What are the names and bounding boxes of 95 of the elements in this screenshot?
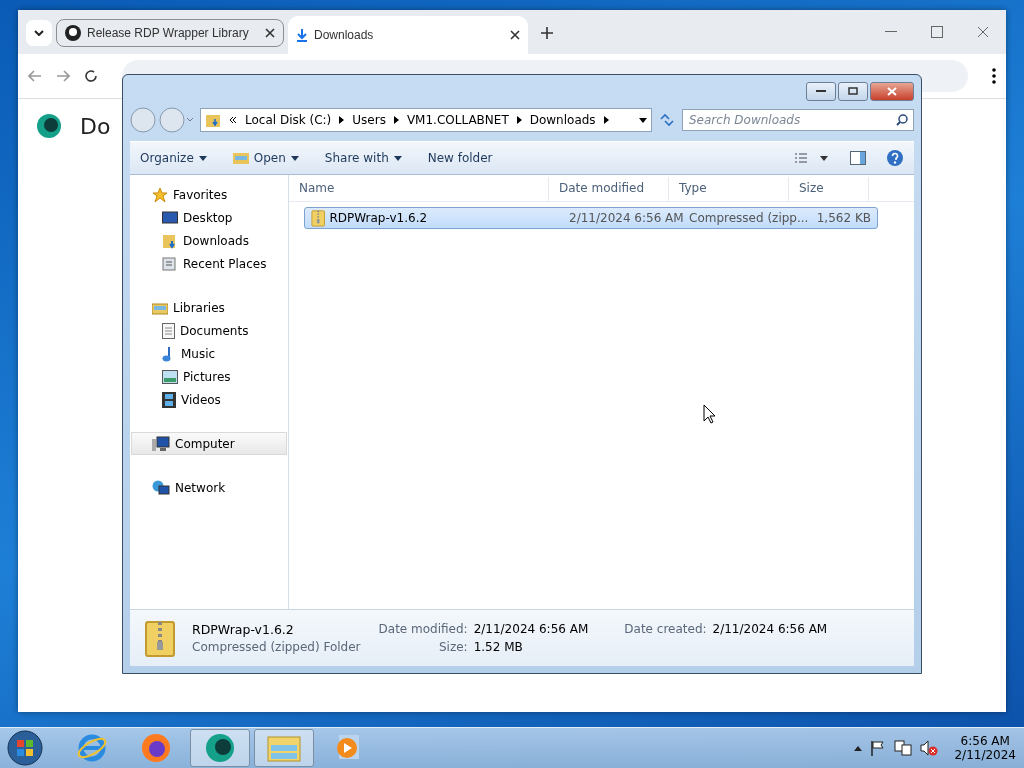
nav-item[interactable]: Videos xyxy=(131,388,287,411)
breadcrumb-item[interactable]: Downloads xyxy=(529,113,596,127)
search-field[interactable]: Search Downloads xyxy=(682,109,914,131)
document-icon xyxy=(162,322,175,339)
picture-icon xyxy=(162,369,178,384)
download-icon xyxy=(296,28,308,42)
nav-item[interactable]: Documents xyxy=(131,319,287,342)
folder-icon xyxy=(232,151,249,165)
detail-value: 1.52 MB xyxy=(473,640,524,654)
caret-down-icon xyxy=(198,155,207,161)
nav-item[interactable]: Downloads xyxy=(131,229,287,252)
detail-value: 2/11/2024 6:56 AM xyxy=(712,622,828,636)
start-orb-icon[interactable] xyxy=(6,729,44,767)
nav-item[interactable]: Favorites xyxy=(131,183,287,206)
browser-tab[interactable]: Release RDP Wrapper Library xyxy=(56,19,284,47)
nav-item[interactable]: Pictures xyxy=(131,365,287,388)
column-header[interactable]: Date modified xyxy=(549,177,669,201)
back-arrow-icon[interactable] xyxy=(28,70,42,82)
caret-up-icon[interactable] xyxy=(854,745,863,751)
toolbar-button[interactable]: Open xyxy=(232,151,299,165)
caret-down-icon xyxy=(393,155,402,161)
caret-down-icon xyxy=(290,155,299,161)
close-icon xyxy=(887,86,897,96)
tab-search-button[interactable] xyxy=(26,20,52,46)
flag-icon[interactable] xyxy=(870,740,887,756)
plus-icon[interactable] xyxy=(540,26,554,40)
nav-item[interactable]: Computer xyxy=(131,432,287,455)
clock[interactable]: 6:56 AM 2/11/2024 xyxy=(954,734,1016,762)
detail-label: Date created: xyxy=(624,622,707,636)
column-header[interactable]: Name xyxy=(289,177,549,201)
reload-icon[interactable] xyxy=(84,69,98,83)
column-header[interactable]: Type xyxy=(669,177,789,201)
nav-item[interactable]: Network xyxy=(131,476,287,499)
close-icon xyxy=(977,26,989,38)
close-icon[interactable] xyxy=(510,30,520,40)
file-name: RDPWrap-v1.6.2 xyxy=(192,622,295,637)
detail-label: Date modified: xyxy=(378,622,468,636)
minimize-icon xyxy=(816,89,826,93)
muted-speaker-icon[interactable] xyxy=(920,740,939,756)
nav-item[interactable]: Desktop xyxy=(131,206,287,229)
zip-folder-icon xyxy=(144,618,176,658)
monitor-icon xyxy=(162,210,178,225)
detail-value: 2/11/2024 6:56 AM xyxy=(473,622,589,636)
preview-pane-icon[interactable] xyxy=(850,151,866,165)
nav-item[interactable]: Music xyxy=(131,342,287,365)
taskbar-app[interactable] xyxy=(190,729,250,767)
folder-icon xyxy=(205,112,221,128)
caret-right-icon[interactable] xyxy=(339,116,345,124)
refresh-icon[interactable] xyxy=(658,111,676,129)
forward-arrow-icon[interactable] xyxy=(56,70,70,82)
network-icon[interactable] xyxy=(894,740,913,756)
double-chevron-left-icon xyxy=(229,116,237,124)
chevron-down-icon xyxy=(34,30,44,36)
search-icon xyxy=(896,114,908,126)
nav-item[interactable]: Recent Places xyxy=(131,252,287,275)
library-icon xyxy=(152,300,168,315)
zip-folder-icon xyxy=(311,209,326,227)
file-row[interactable]: RDPWrap-v1.6.2 2/11/2024 6:56 AM Compressed (zipp... 1,562 KB xyxy=(304,207,878,229)
caret-right-icon[interactable] xyxy=(393,116,399,124)
toolbar-button[interactable]: Organize xyxy=(140,151,207,165)
column-header[interactable]: Size xyxy=(789,177,869,201)
close-icon[interactable] xyxy=(265,28,275,38)
minimize-icon xyxy=(885,31,897,33)
close-button[interactable] xyxy=(870,81,914,101)
restore-icon xyxy=(848,87,858,95)
film-icon xyxy=(162,391,176,408)
kebab-menu-icon[interactable] xyxy=(992,68,996,84)
caret-right-icon[interactable] xyxy=(603,116,609,124)
minimize-button[interactable] xyxy=(806,81,836,101)
maximize-icon xyxy=(931,26,943,38)
view-options-icon[interactable] xyxy=(794,151,830,165)
detail-label: Size: xyxy=(437,640,468,654)
address-bar[interactable]: Local Disk (C:) Users VM1.COLLABNET Downloads xyxy=(200,108,652,132)
page-heading: Do xyxy=(80,113,111,139)
breadcrumb-item[interactable]: Users xyxy=(352,113,386,127)
folder-icon xyxy=(162,232,178,249)
computer-icon xyxy=(152,435,170,452)
breadcrumb-item[interactable]: Local Disk (C:) xyxy=(245,113,332,127)
network-icon xyxy=(152,479,170,496)
breadcrumb-item[interactable]: VM1.COLLABNET xyxy=(406,113,509,127)
toolbar-button[interactable]: New folder xyxy=(427,151,493,165)
browser-logo-icon xyxy=(36,113,62,139)
recent-places-icon xyxy=(162,255,178,272)
star-icon xyxy=(152,186,168,203)
toolbar-button[interactable]: Share with xyxy=(324,151,402,165)
fox-globe-icon[interactable] xyxy=(140,732,172,764)
nav-item[interactable]: Libraries xyxy=(131,296,287,319)
help-icon[interactable] xyxy=(886,149,904,167)
caret-right-icon[interactable] xyxy=(516,116,522,124)
caret-down-icon[interactable] xyxy=(639,117,647,123)
mouse-cursor-icon xyxy=(703,404,717,424)
browser-tab[interactable]: Downloads xyxy=(288,16,528,54)
restore-button[interactable] xyxy=(838,81,868,101)
browser-logo-icon[interactable] xyxy=(204,732,236,764)
file-type: Compressed (zipped) Folder xyxy=(192,640,361,654)
